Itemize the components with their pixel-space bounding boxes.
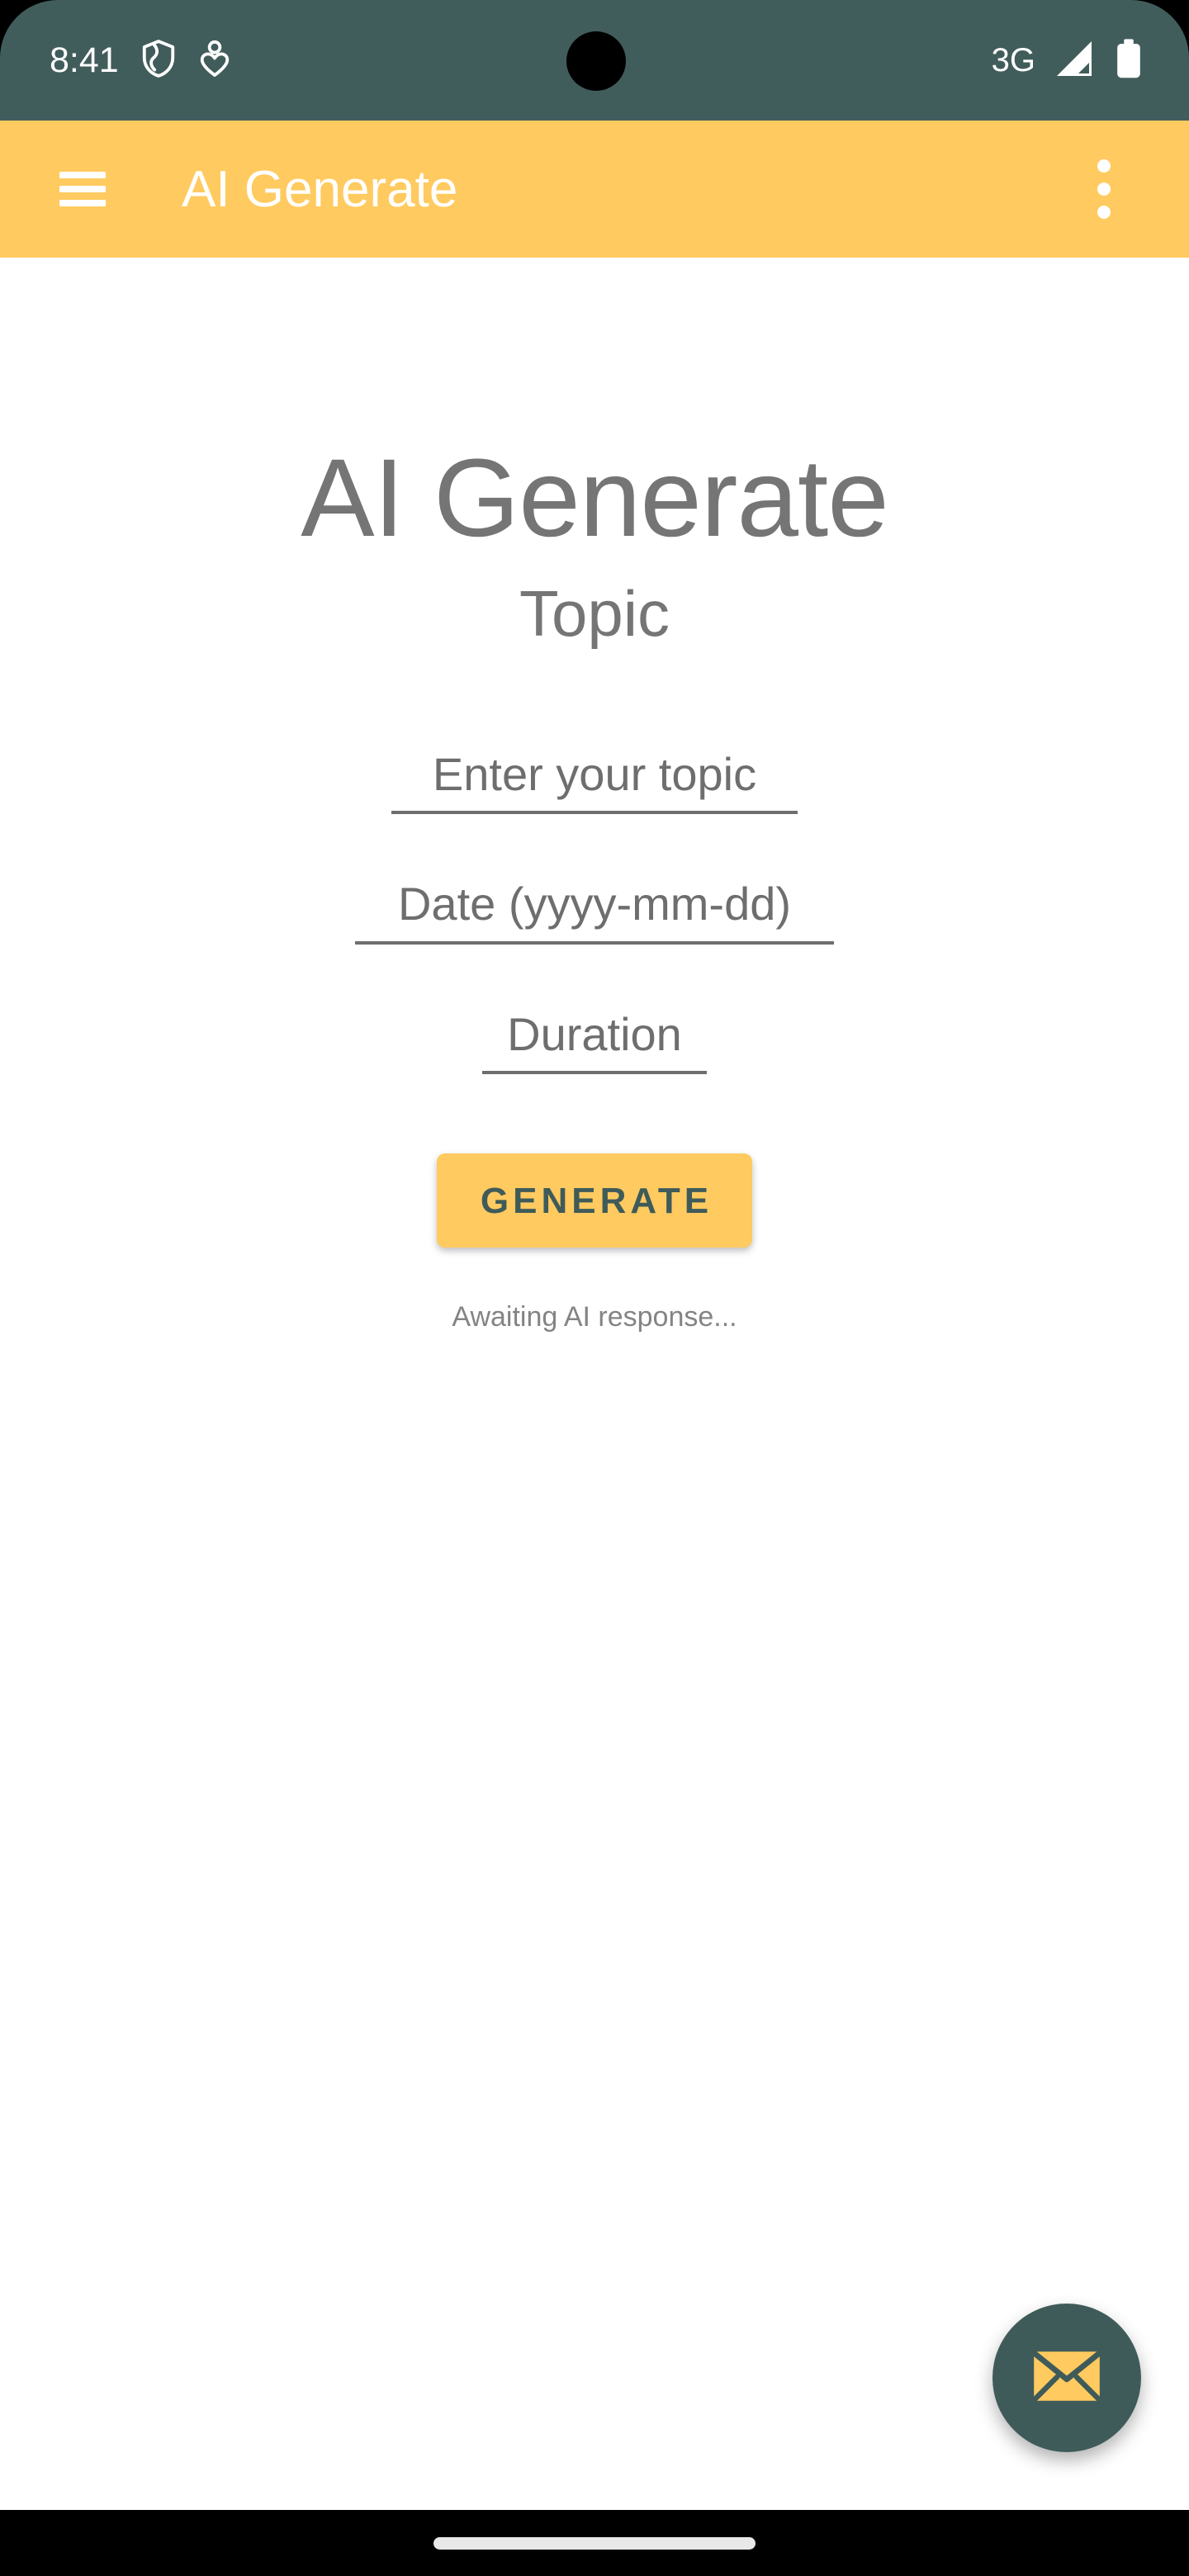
- section-subtitle: Topic: [519, 576, 670, 650]
- hamburger-lines: [59, 172, 106, 206]
- main-content: AI Generate Topic GENERATE Awaiting AI r…: [0, 258, 1189, 2510]
- ai-status-text: Awaiting AI response...: [452, 1301, 737, 1333]
- more-dot: [1097, 159, 1111, 173]
- duration-input[interactable]: [482, 1008, 707, 1075]
- status-time: 8:41: [50, 40, 119, 80]
- email-fab-button[interactable]: [992, 2304, 1141, 2452]
- more-dot: [1097, 206, 1111, 219]
- signal-bars-icon: [1054, 39, 1097, 83]
- more-dot: [1097, 182, 1111, 196]
- page-title: AI Generate: [301, 437, 889, 560]
- battery-full-icon: [1115, 37, 1143, 84]
- duration-field: [482, 1008, 707, 1075]
- shield-icon: [140, 38, 177, 83]
- app-bar: AI Generate: [0, 121, 1189, 258]
- phone-screen: 8:41 3G AI Generate AI Generate Topic En…: [0, 0, 1189, 2576]
- more-vert-icon[interactable]: [1067, 121, 1141, 258]
- date-field: [355, 878, 834, 945]
- status-bar-left: 8:41: [50, 38, 231, 83]
- topic-field: [391, 748, 798, 815]
- generate-button[interactable]: GENERATE: [436, 1153, 753, 1248]
- person-heart-icon: [198, 38, 231, 83]
- network-type-label: 3G: [991, 42, 1035, 78]
- date-input[interactable]: [355, 878, 834, 945]
- home-gesture-pill[interactable]: [433, 2536, 756, 2550]
- navigation-bar: [0, 2510, 1189, 2576]
- app-bar-title: AI Generate: [182, 160, 458, 218]
- status-bar-right: 3G: [992, 37, 1143, 84]
- camera-cutout: [566, 31, 626, 91]
- topic-input[interactable]: [391, 748, 798, 815]
- envelope-icon: [1030, 2349, 1103, 2408]
- hamburger-menu-icon[interactable]: [33, 121, 132, 258]
